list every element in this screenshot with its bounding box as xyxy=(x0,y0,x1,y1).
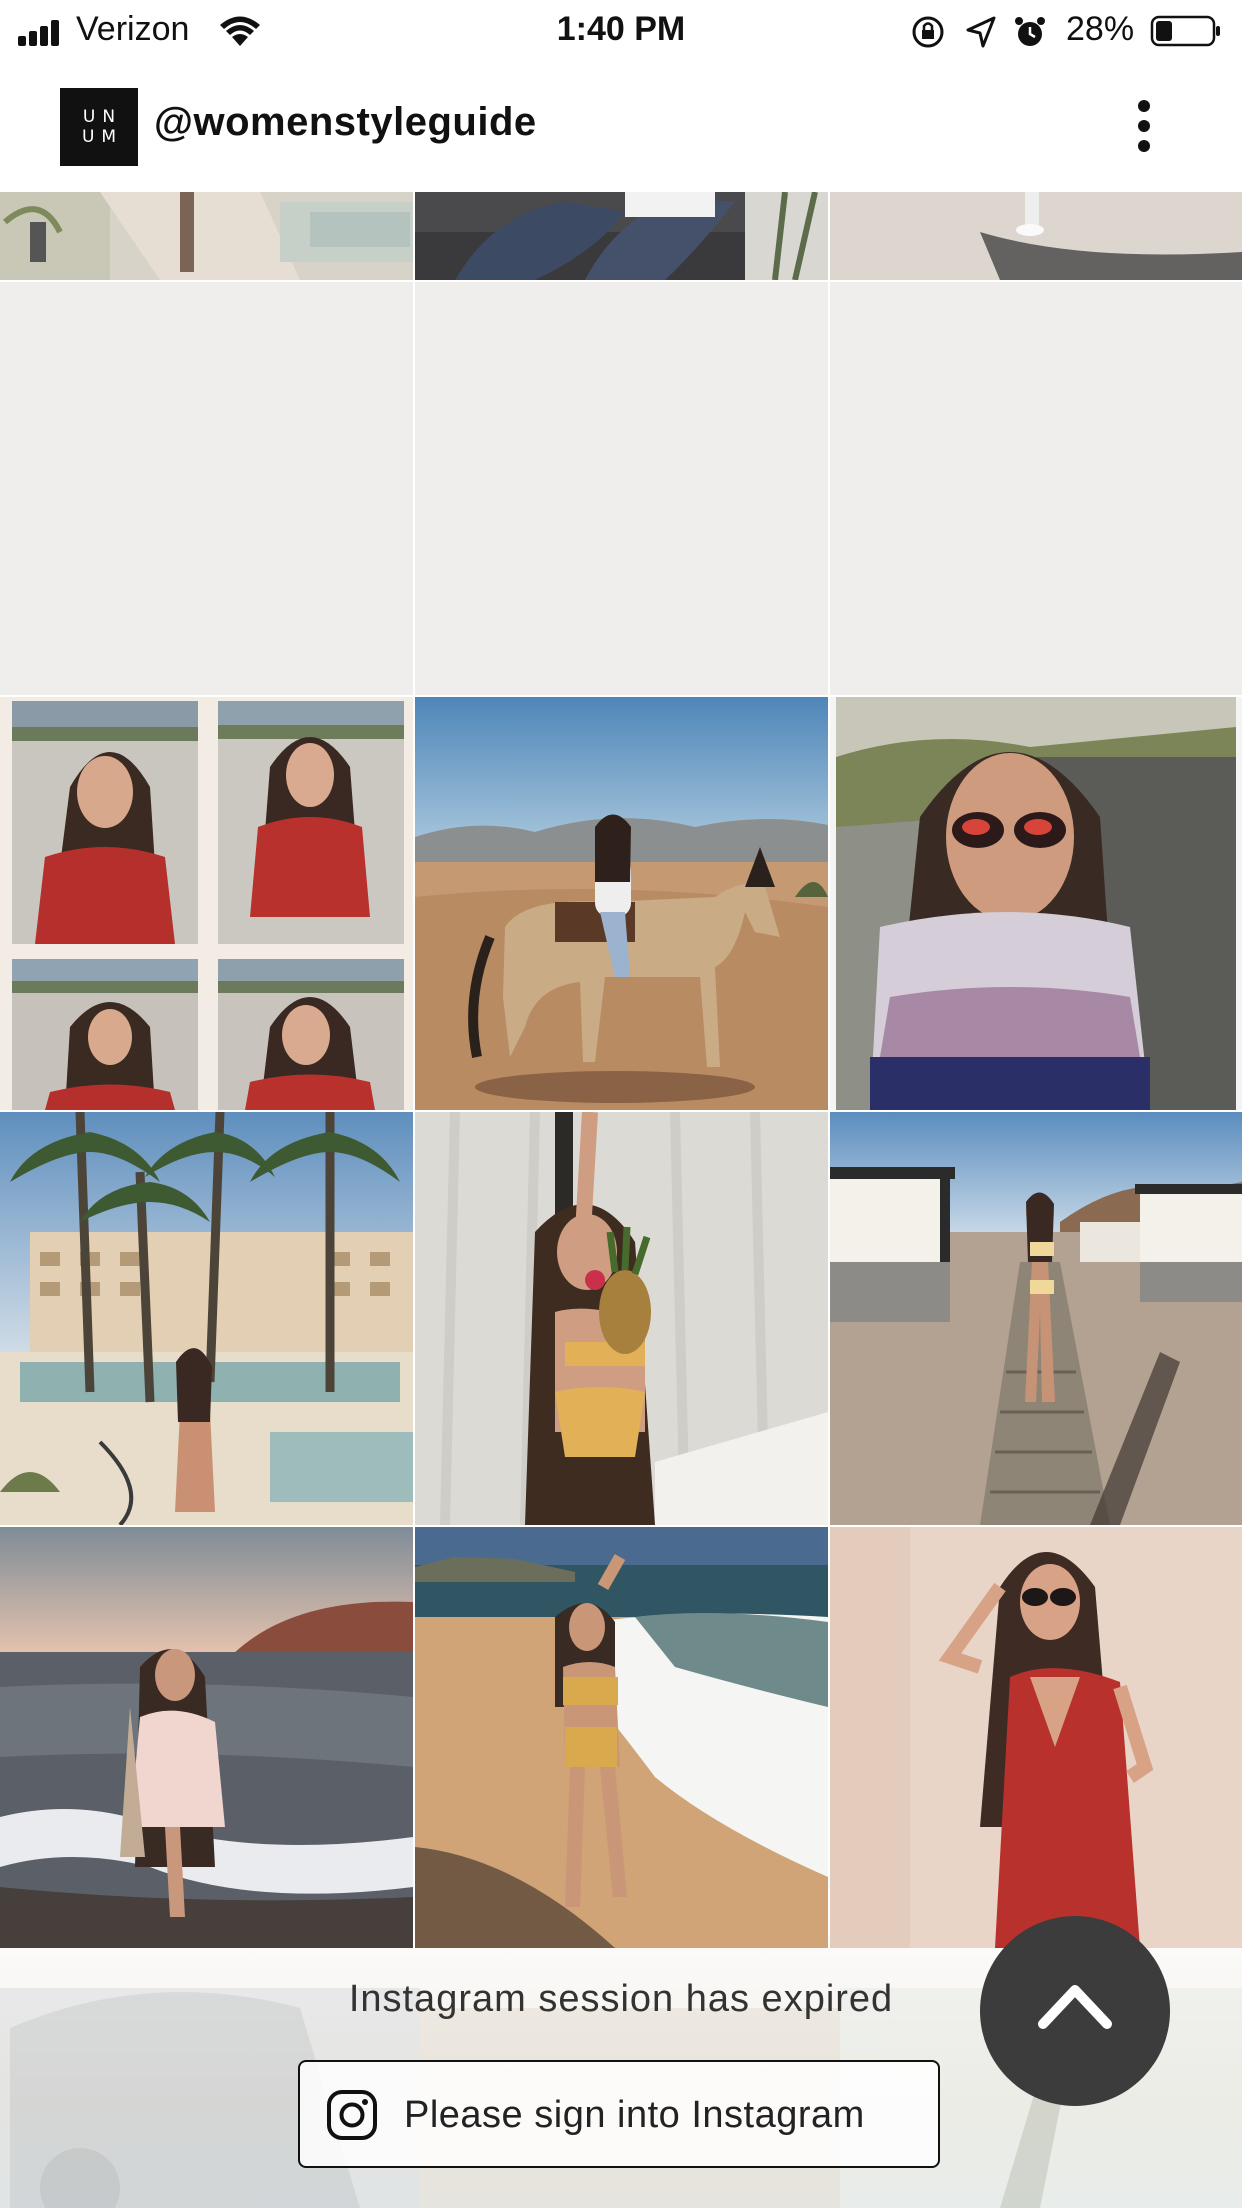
tile-palm-resort-pool[interactable] xyxy=(0,1112,413,1525)
photo-grid xyxy=(0,192,1242,1948)
clock: 1:40 PM xyxy=(556,10,686,48)
chevron-up-icon xyxy=(1038,1985,1112,2029)
tile-cabana-boardwalk[interactable] xyxy=(830,1112,1242,1525)
tile-pineapple-curtain[interactable] xyxy=(415,1112,828,1525)
battery-icon xyxy=(1150,15,1220,47)
instagram-icon xyxy=(327,2090,377,2140)
scroll-to-top-button[interactable] xyxy=(980,1916,1170,2106)
tile-placeholder-2[interactable] xyxy=(415,282,828,695)
tile-red-dress-wall[interactable] xyxy=(830,1527,1242,1948)
status-bar: Verizon 1:40 PM 28% xyxy=(0,0,1242,62)
tile-resort-pool-partial[interactable] xyxy=(0,192,413,280)
tile-sand-shadow-partial[interactable] xyxy=(830,192,1242,280)
tile-beach-waves[interactable] xyxy=(415,1527,828,1948)
tile-red-dress-collage[interactable] xyxy=(0,697,413,1110)
tile-placeholder-3[interactable] xyxy=(830,282,1242,695)
instagram-signin-button[interactable]: Please sign into Instagram xyxy=(298,2060,940,2168)
battery-percent: 28% xyxy=(1066,10,1135,48)
app-header: UN UM @womenstyleguide xyxy=(0,62,1242,192)
more-vertical-icon[interactable] xyxy=(1124,96,1164,156)
orientation-lock-icon xyxy=(912,16,944,48)
tile-jeans-couch-partial[interactable] xyxy=(415,192,828,280)
logo-text-bottom: UM xyxy=(81,127,124,147)
tile-sunset-beach-wade[interactable] xyxy=(0,1527,413,1948)
unum-logo[interactable]: UN UM xyxy=(60,88,138,166)
location-icon xyxy=(966,16,996,48)
alarm-icon xyxy=(1015,17,1045,46)
tile-horse-desert[interactable] xyxy=(415,697,828,1110)
signin-label: Please sign into Instagram xyxy=(404,2094,865,2136)
tile-placeholder-1[interactable] xyxy=(0,282,413,695)
logo-text-top: UN xyxy=(82,107,123,127)
profile-username: @womenstyleguide xyxy=(154,100,537,144)
tile-sunglasses-road[interactable] xyxy=(830,697,1242,1110)
